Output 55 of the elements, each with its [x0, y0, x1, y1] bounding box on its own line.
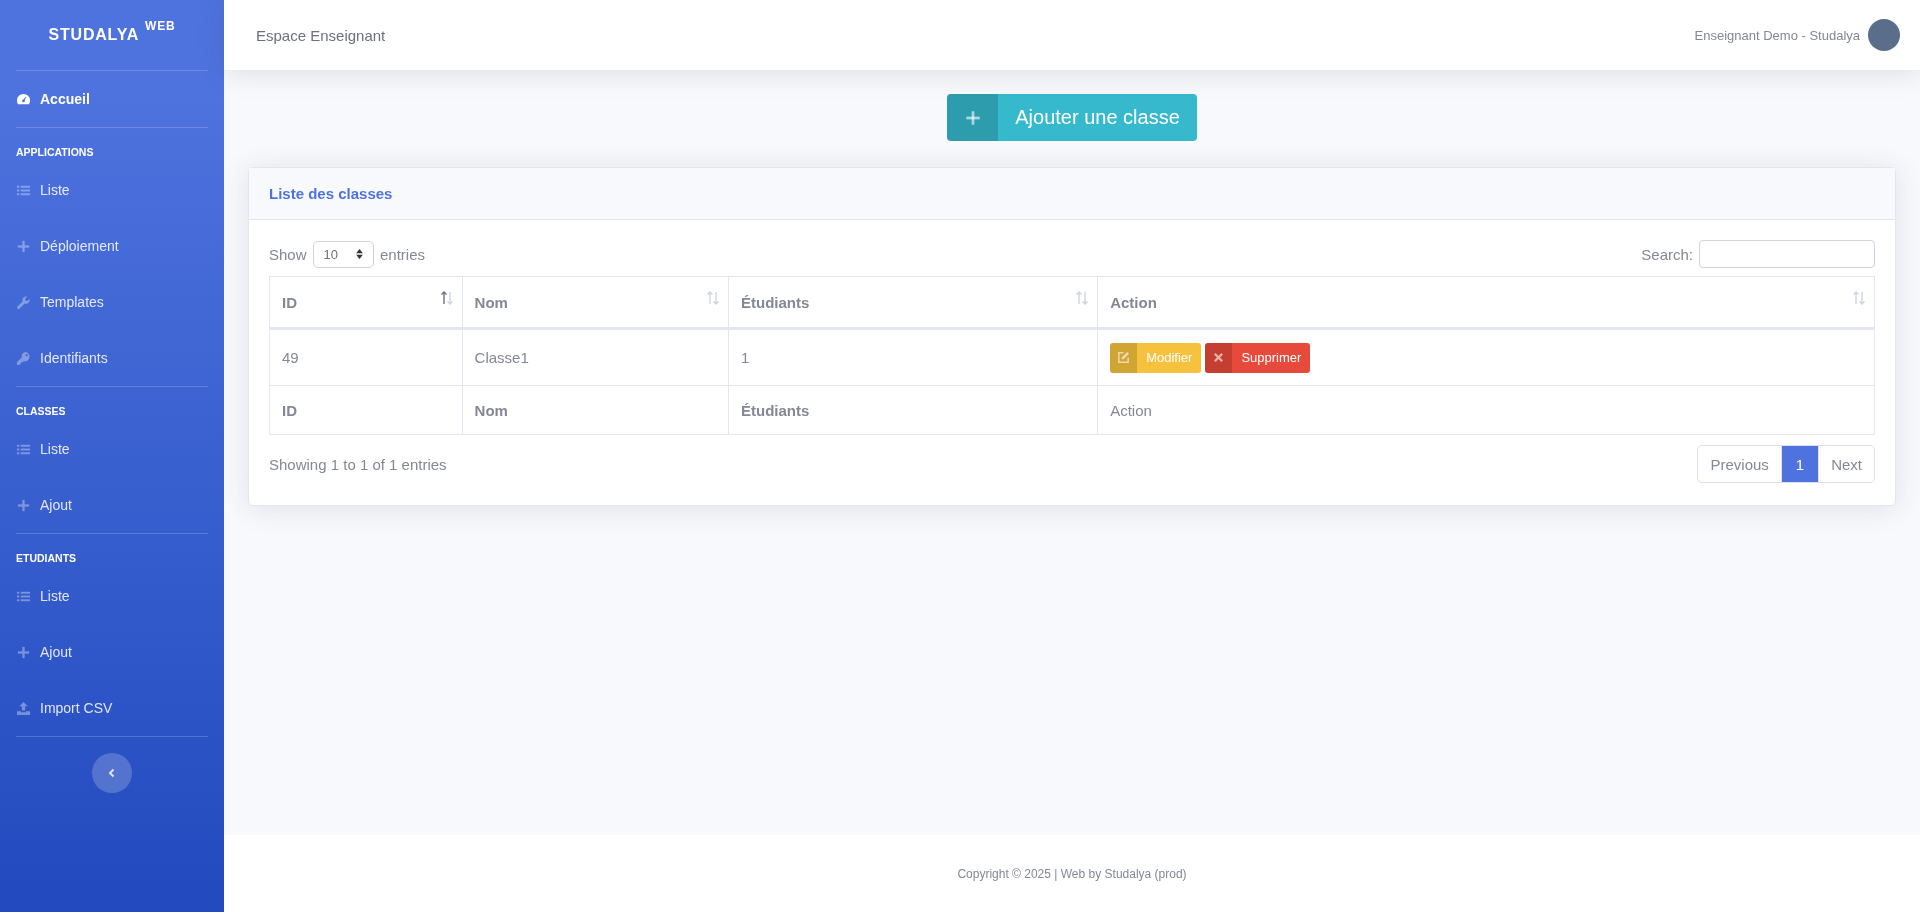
sidebar-heading: APPLICATIONS [15, 145, 95, 160]
edit-icon [1117, 351, 1131, 364]
table-cell: 49 [269, 328, 463, 386]
brand-tag: WEB [145, 19, 176, 33]
page-title: Espace Enseignant [256, 26, 386, 44]
sidebar-item[interactable]: Liste [0, 421, 224, 477]
column-footer: Action [1097, 385, 1875, 435]
search-label: Search: [1641, 245, 1693, 263]
page-link[interactable]: Previous [1698, 446, 1781, 482]
sidebar-item[interactable]: Import CSV [0, 680, 224, 736]
chevron-left-icon [107, 768, 117, 778]
column-header[interactable]: ID [269, 276, 463, 329]
table-info: Showing 1 to 1 of 1 entries [269, 455, 447, 473]
delete-button[interactable]: Supprimer [1205, 342, 1311, 373]
sidebar-item[interactable]: Liste [0, 162, 224, 218]
sort-caret-icon [356, 249, 363, 259]
sidebar-item[interactable]: Templates [0, 274, 224, 330]
sidebar-heading: ETUDIANTS [15, 551, 78, 566]
show-label: Show [269, 245, 307, 263]
close-icon [1212, 351, 1226, 364]
sidebar-item[interactable]: Accueil [0, 71, 224, 127]
sidebar-heading: CLASSES [15, 404, 67, 419]
gauge-icon [16, 91, 31, 107]
table-cell: 1 [728, 328, 1098, 386]
table-cell: Classe1 [462, 328, 729, 386]
key-icon [16, 350, 31, 366]
plus-icon [16, 644, 31, 660]
sidebar-toggle-button[interactable] [92, 753, 132, 793]
page-link[interactable]: 1 [1780, 446, 1819, 482]
plus-icon [16, 238, 31, 254]
sidebar-item[interactable]: Identifiants [0, 330, 224, 386]
entries-label: entries [380, 245, 426, 263]
upload-icon [16, 700, 31, 716]
plus-icon [963, 108, 982, 127]
user-name[interactable]: Enseignant Demo - Studalya [1694, 27, 1860, 43]
sidebar-item[interactable]: Ajout [0, 477, 224, 533]
avatar[interactable] [1868, 19, 1900, 51]
sidebar-item[interactable]: Liste [0, 568, 224, 624]
sidebar-item[interactable]: Ajout [0, 624, 224, 680]
copyright-text: Copyright © 2025 | Web by Studalya (prod) [957, 866, 1187, 881]
brand-name[interactable]: STUDALYA [48, 25, 140, 45]
column-footer: Étudiants [728, 385, 1098, 435]
column-footer: ID [269, 385, 463, 435]
column-header[interactable]: Action [1097, 276, 1875, 329]
sidebar-item[interactable]: Déploiement [0, 218, 224, 274]
column-footer: Nom [462, 385, 729, 435]
search-field[interactable] [1699, 240, 1875, 268]
page-link[interactable]: Next [1818, 446, 1874, 482]
column-header[interactable]: Étudiants [728, 276, 1098, 329]
plus-icon [16, 497, 31, 513]
card-title: Liste des classes [269, 185, 393, 202]
column-header[interactable]: Nom [462, 276, 729, 329]
entries-select[interactable]: 10 [312, 240, 374, 268]
wrench-icon [16, 294, 31, 310]
add-class-button[interactable]: Ajouter une classe [947, 94, 1197, 141]
